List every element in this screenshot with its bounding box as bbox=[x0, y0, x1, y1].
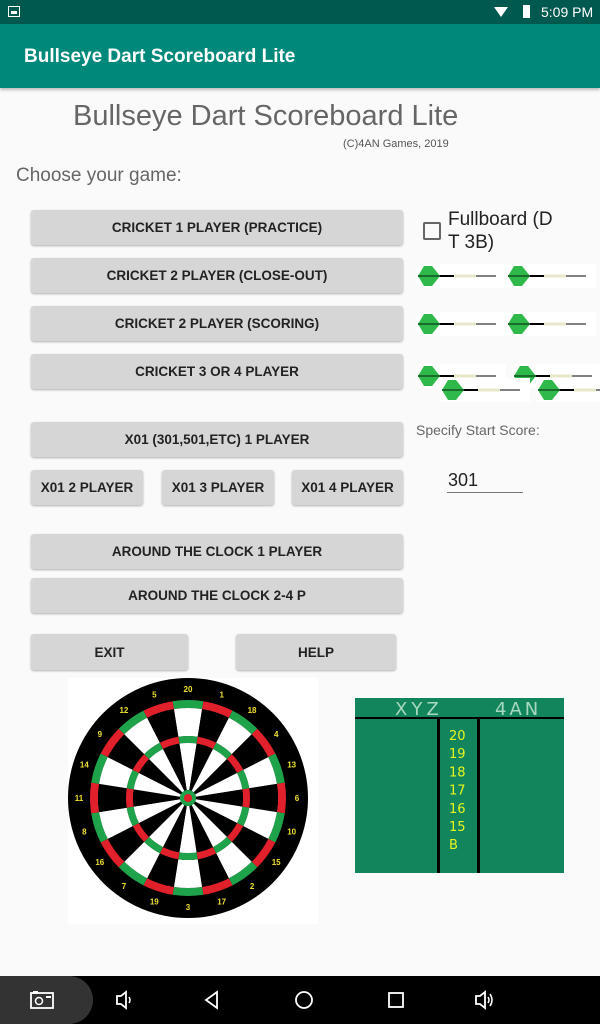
x01-4-player-button[interactable]: X01 4 PLAYER bbox=[292, 470, 403, 505]
cricket-3-or-4-player-button[interactable]: CRICKET 3 OR 4 PLAYER bbox=[31, 354, 403, 389]
copyright-text: (C)4AN Games, 2019 bbox=[343, 138, 449, 150]
chalkboard-target: 15 bbox=[449, 820, 466, 835]
app-bar-title: Bullseye Dart Scoreboard Lite bbox=[24, 46, 296, 67]
dartboard-number: 2 bbox=[250, 882, 255, 891]
dartboard-number: 3 bbox=[186, 903, 191, 912]
dart-icon bbox=[506, 264, 596, 288]
dart-icon bbox=[416, 264, 506, 288]
dartboard-number: 16 bbox=[95, 858, 104, 867]
chalkboard-player-2: 4AN bbox=[495, 699, 541, 720]
dartboard-number: 14 bbox=[80, 760, 89, 769]
dartboard-number: 10 bbox=[287, 828, 296, 837]
screenshot-icon[interactable] bbox=[30, 988, 54, 1012]
around-the-clock-2-4-player-button[interactable]: AROUND THE CLOCK 2-4 P bbox=[31, 578, 403, 613]
chalkboard-target: 19 bbox=[449, 747, 466, 762]
exit-button[interactable]: EXIT bbox=[31, 634, 188, 670]
status-time: 5:09 PM bbox=[541, 4, 594, 20]
dartboard-number: 12 bbox=[119, 706, 128, 715]
dartboard-number: 8 bbox=[82, 828, 87, 837]
cricket-2-player-closeout-button[interactable]: CRICKET 2 PLAYER (CLOSE-OUT) bbox=[31, 258, 403, 293]
dart-icon bbox=[506, 312, 596, 336]
dartboard-number: 19 bbox=[150, 898, 159, 907]
chalkboard-player-1: XYZ bbox=[395, 699, 443, 720]
dartboard-image: 20 1 18 4 13 6 10 15 2 17 3 19 7 16 8 11 14 9 12 5 bbox=[68, 678, 318, 924]
home-icon[interactable] bbox=[292, 988, 316, 1012]
chalkboard-target: B bbox=[449, 838, 458, 853]
chalkboard-target: 17 bbox=[449, 784, 466, 799]
dart-icon bbox=[440, 378, 530, 402]
volume-down-icon[interactable] bbox=[113, 988, 137, 1012]
dartboard-number: 18 bbox=[248, 706, 257, 715]
status-bar: 5:09 PM bbox=[0, 0, 600, 24]
fullboard-checkbox[interactable] bbox=[423, 222, 441, 240]
dartboard-number: 11 bbox=[75, 794, 84, 803]
dart-icon bbox=[416, 312, 506, 336]
back-icon[interactable] bbox=[200, 988, 224, 1012]
page-title: Bullseye Dart Scoreboard Lite bbox=[73, 100, 459, 132]
cricket-2-player-scoring-button[interactable]: CRICKET 2 PLAYER (SCORING) bbox=[31, 306, 403, 341]
chalkboard-target: 18 bbox=[449, 765, 466, 780]
dartboard-number: 6 bbox=[295, 794, 300, 803]
volume-up-icon[interactable] bbox=[472, 988, 496, 1012]
dartboard-number: 7 bbox=[122, 882, 127, 891]
dartboard-number: 9 bbox=[98, 730, 103, 739]
x01-1-player-button[interactable]: X01 (301,501,ETC) 1 PLAYER bbox=[31, 422, 403, 457]
dartboard-number: 5 bbox=[152, 690, 157, 699]
navigation-bar bbox=[0, 976, 600, 1024]
x01-2-player-button[interactable]: X01 2 PLAYER bbox=[31, 470, 143, 505]
choose-game-label: Choose your game: bbox=[16, 165, 182, 186]
image-notification-icon bbox=[8, 6, 20, 17]
start-score-input[interactable] bbox=[447, 468, 523, 493]
dartboard-number: 1 bbox=[219, 690, 224, 699]
battery-icon bbox=[523, 5, 530, 18]
wifi-icon bbox=[494, 7, 508, 17]
app-bar: Bullseye Dart Scoreboard Lite bbox=[0, 24, 600, 88]
start-score-label: Specify Start Score: bbox=[416, 422, 540, 438]
fullboard-label: Fullboard (D T 3B) bbox=[448, 209, 553, 253]
x01-3-player-button[interactable]: X01 3 PLAYER bbox=[162, 470, 274, 505]
around-the-clock-1-player-button[interactable]: AROUND THE CLOCK 1 PLAYER bbox=[31, 534, 403, 569]
help-button[interactable]: HELP bbox=[236, 634, 396, 670]
cricket-1-player-button[interactable]: CRICKET 1 PLAYER (PRACTICE) bbox=[31, 210, 403, 245]
dartboard-number: 17 bbox=[217, 898, 226, 907]
recents-icon[interactable] bbox=[384, 988, 408, 1012]
chalkboard-target: 16 bbox=[449, 802, 466, 817]
dartboard-number: 4 bbox=[274, 730, 279, 739]
dartboard-number: 20 bbox=[184, 685, 193, 694]
dartboard-number: 15 bbox=[272, 858, 281, 867]
chalkboard-image: XYZ 4AN 20 19 18 17 16 15 B bbox=[355, 698, 564, 873]
dart-icon bbox=[536, 378, 600, 402]
chalkboard-target: 20 bbox=[449, 729, 466, 744]
dartboard-number: 13 bbox=[287, 760, 296, 769]
